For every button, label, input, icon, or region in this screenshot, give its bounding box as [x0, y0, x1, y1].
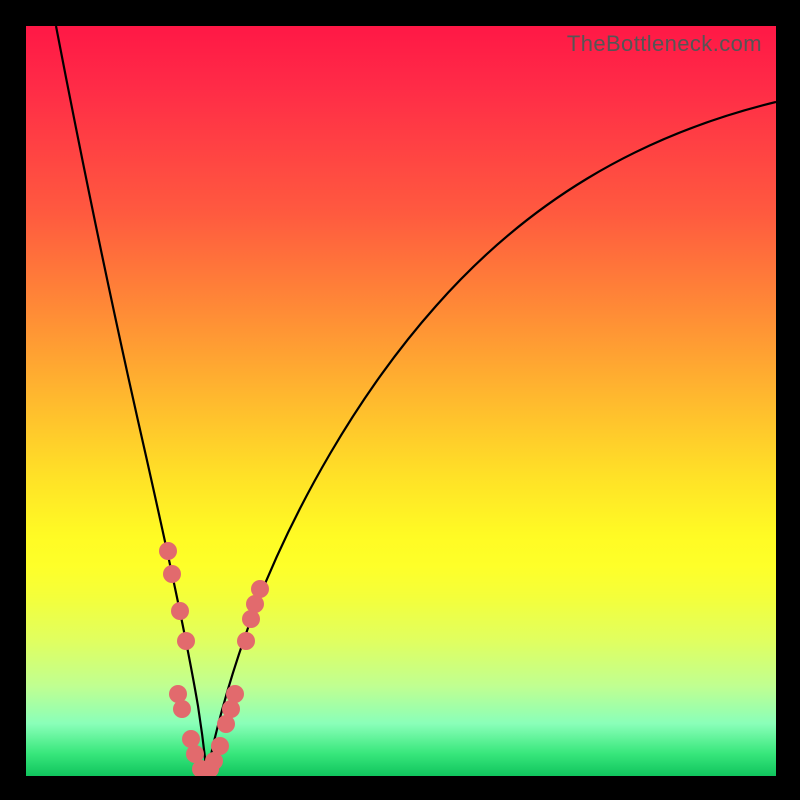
curve-left-branch — [56, 26, 207, 776]
plot-area: TheBottleneck.com — [26, 26, 776, 776]
chart-frame: TheBottleneck.com — [0, 0, 800, 800]
data-dots — [159, 542, 269, 776]
curve-layer — [26, 26, 776, 776]
curve-right-branch — [207, 102, 776, 776]
